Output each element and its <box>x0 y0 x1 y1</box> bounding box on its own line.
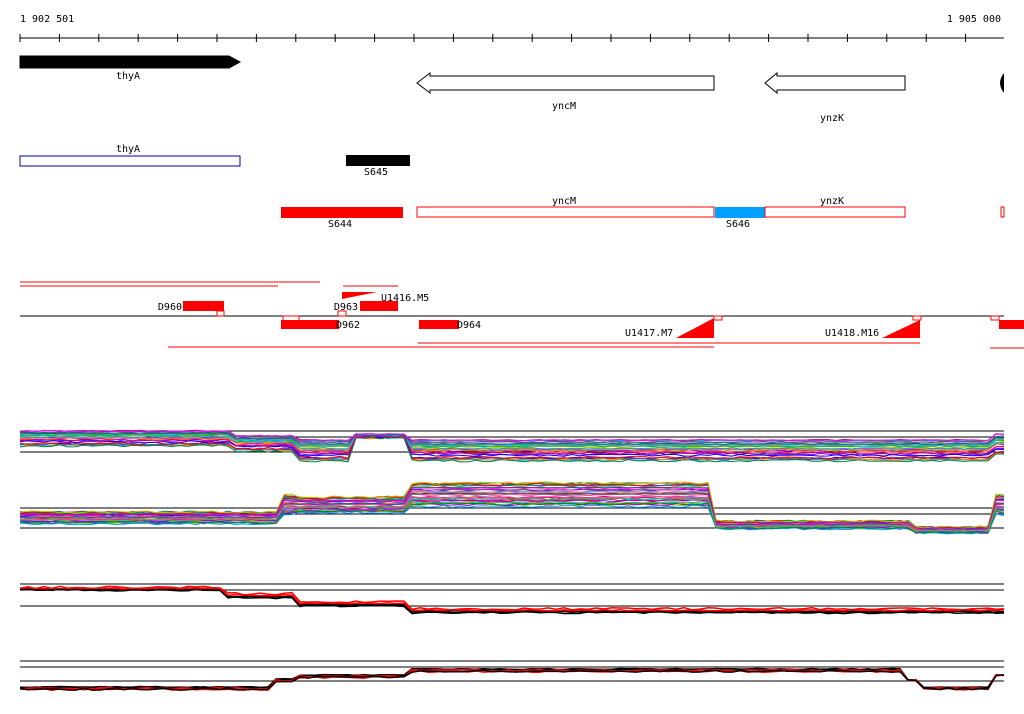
expression-profile-4 <box>19 660 1005 692</box>
feature-label-D964: D964 <box>457 320 481 331</box>
feature-D960[interactable] <box>183 301 224 311</box>
expression-profile-2 <box>19 481 1005 535</box>
segment-track: S645 S644 yncM S646 ynzK <box>281 155 1005 230</box>
feature-tick-4 <box>713 315 723 321</box>
segment-label-S644: S644 <box>328 219 352 230</box>
feature-D964[interactable] <box>419 320 459 329</box>
segment-label-ynzK: ynzK <box>820 196 844 207</box>
segment-S644[interactable] <box>281 207 403 218</box>
feature-wedge-U1418 <box>882 320 920 338</box>
segment-label-yncM: yncM <box>552 196 576 207</box>
gene-arrow-thyA[interactable] <box>19 55 242 69</box>
feature-tick-1 <box>216 310 225 317</box>
ruler-end-label: 1 905 000 <box>947 14 1001 25</box>
feature-tick-6 <box>990 315 1000 321</box>
feature-D962[interactable] <box>281 320 339 329</box>
feature-label-U1417: U1417.M7 <box>625 328 673 339</box>
segment-S646[interactable] <box>715 207 765 218</box>
segment-partial <box>1000 206 1005 218</box>
expression-profile-1 <box>19 429 1005 463</box>
feature-label-D960: D960 <box>158 302 182 313</box>
gene-track: thyA yncM ynzK <box>19 55 1004 124</box>
feature-wedge-U1417 <box>676 318 714 338</box>
feature-tick-5 <box>912 315 922 321</box>
segment-S645[interactable] <box>346 155 410 166</box>
gene-label-thyA: thyA <box>116 71 140 82</box>
gene-label-yncM: yncM <box>552 101 576 112</box>
segment-yncM[interactable] <box>416 206 715 218</box>
ruler: 1 902 501 1 905 000 <box>19 14 1004 42</box>
feature-D963[interactable] <box>360 301 398 311</box>
ruler-start-label: 1 902 501 <box>20 14 74 25</box>
gene-label-ynzK: ynzK <box>820 113 844 124</box>
gene-arrow-yncM[interactable] <box>416 71 715 95</box>
feature-tick-3 <box>337 310 347 317</box>
profile-line <box>19 587 1005 612</box>
genome-browser-view: 1 902 501 1 905 000 thyA yncM ynzK thyA … <box>19 14 1024 692</box>
gene-arrow-ynzK[interactable] <box>764 71 906 95</box>
segment-ynzK[interactable] <box>764 206 906 218</box>
feature-label-U1418: U1418.M16 <box>825 328 879 339</box>
gene-arrow-partial <box>1000 73 1004 93</box>
cds-box-thyA[interactable] <box>19 155 241 167</box>
feature-track: U1416.M5 D960 D963 D962 D964 U1417.M7 U1… <box>20 281 1024 349</box>
expression-profile-3 <box>19 583 1005 615</box>
segment-label-S645: S645 <box>364 167 388 178</box>
feature-wedge-U1416 <box>342 292 377 299</box>
cds-track: thyA <box>19 144 241 167</box>
cds-label-thyA: thyA <box>116 144 140 155</box>
feature-label-D962: D962 <box>336 320 360 331</box>
feature-partial <box>999 320 1024 329</box>
segment-label-S646: S646 <box>726 219 750 230</box>
